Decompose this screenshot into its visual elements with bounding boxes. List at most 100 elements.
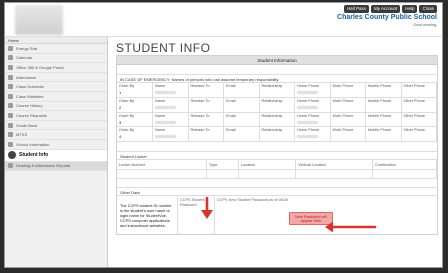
column-label: Relationship [261, 99, 283, 104]
sidebar-item-energy-stat[interactable]: Energy Stat [5, 44, 107, 54]
table-cell: Mobile Phone [365, 112, 402, 128]
schedule-icon [8, 84, 13, 90]
school-name: Charles County Public School [337, 14, 437, 21]
table-header-row: Locker Number Type Location Vertical Loc… [117, 159, 437, 171]
table-row: Order By 4 Name Release To Email Relation… [117, 126, 437, 142]
table-cell: Work Phone [330, 112, 366, 128]
table-cell [295, 169, 374, 180]
sidebar-item-school-information[interactable]: School Information [5, 140, 107, 150]
sidebar-item-calendar[interactable]: Calendar [5, 54, 107, 64]
table-cell: Order By 1 [117, 83, 153, 99]
column-label: Name [155, 113, 166, 118]
page-title: STUDENT INFO [116, 41, 211, 55]
sidebar-item-label: Student Info [19, 152, 49, 159]
student-id-description: The CCPS student ID number is the studen… [120, 203, 172, 229]
sidebar-item-course-history[interactable]: Course History [5, 102, 107, 112]
sidebar-item-attendance[interactable]: Attendance [5, 73, 107, 83]
redacted-value [297, 135, 319, 139]
table-cell: Name [152, 126, 189, 142]
hall-pass-button[interactable]: Hall Pass [343, 5, 369, 13]
sidebar-item-label: Class Schedule [16, 84, 44, 90]
table-cell: Email [223, 97, 260, 113]
column-label: Relationship [261, 84, 283, 88]
new-password-column: CCPS New Student Password as of 08/26 Ne… [215, 196, 439, 234]
table-cell: Relationship [259, 126, 295, 142]
sidebar-item-class-schedule[interactable]: Class Schedule [5, 82, 107, 92]
column-label: Mobile Phone [368, 113, 392, 118]
top-header: Hall Pass My Account Help Close Charles … [5, 3, 442, 37]
table-cell: Relationship [259, 97, 295, 113]
my-account-button[interactable]: My Account [370, 5, 401, 13]
column-label: Other Phone [403, 128, 426, 133]
sidebar-item-mtss[interactable]: MTSS [5, 130, 107, 140]
table-cell: Mobile Phone [365, 83, 402, 99]
column-label: Home Phone [297, 99, 320, 104]
column-header: Locker Number [117, 159, 207, 171]
sidebar-item-label: Grade Book [16, 122, 38, 128]
column-header: Location [238, 159, 297, 171]
order-number: 4 [119, 134, 122, 140]
app-window: Hall Pass My Account Help Close Charles … [5, 3, 442, 267]
close-button[interactable]: Close [419, 5, 437, 13]
order-number: 2 [119, 105, 122, 111]
column-label: Email [226, 84, 236, 88]
cloud-icon [8, 64, 13, 70]
column-label: Other Phone [403, 84, 426, 88]
sidebar-item-student-info[interactable]: Student Info [5, 149, 107, 162]
table-cell: Other Phone [401, 112, 437, 128]
sidebar-item-label: Grading & Attendance Reports [16, 163, 71, 169]
sidebar-item-label: Class Websites [16, 93, 44, 99]
column-label: Name [155, 99, 166, 104]
student-locker-table: Locker Number Type Location Vertical Loc… [117, 159, 437, 180]
table-cell: Relationship [259, 83, 295, 99]
table-cell: Mobile Phone [365, 126, 402, 142]
column-label: Home Phone [297, 84, 320, 88]
other-data-title: Other Data [117, 188, 437, 197]
request-icon [8, 112, 13, 118]
main-content: STUDENT INFO Student Information IN CASE… [108, 37, 442, 267]
table-cell: Email [223, 83, 260, 99]
table-cell [206, 169, 239, 180]
redacted-value [297, 106, 319, 110]
table-cell: Home Phone [294, 126, 331, 142]
redacted-value [297, 120, 319, 124]
sidebar-item-label: Energy Stat [16, 45, 37, 51]
sidebar-item-office-portal[interactable]: Office 365 & Google Portal [5, 63, 107, 73]
column-label: Order By [119, 99, 135, 104]
help-button[interactable]: Help [402, 5, 418, 13]
column-label: Order By [119, 128, 135, 133]
column-label: Release To [190, 128, 210, 133]
table-row [117, 169, 437, 180]
student-password-column: CCPS Student Password [177, 196, 215, 235]
sidebar-item-grading-reports[interactable]: Grading & Attendance Reports [5, 161, 107, 172]
table-cell: Release To [188, 83, 224, 99]
column-label: Name [155, 84, 166, 88]
column-label: Release To [190, 99, 210, 104]
table-cell: Other Phone [401, 126, 437, 142]
redacted-value [155, 135, 177, 139]
table-cell: Name [152, 112, 189, 128]
column-label: Email [226, 113, 236, 118]
sidebar-item-course-requests[interactable]: Course Requests [5, 111, 107, 121]
table-cell: Release To [188, 112, 224, 128]
order-number: 3 [119, 119, 122, 125]
sidebar-item-class-websites[interactable]: Class Websites [5, 92, 107, 102]
chart-icon [8, 132, 13, 138]
column-label: Name [155, 128, 166, 133]
table-cell: Order By 3 [117, 112, 153, 128]
table-cell: Other Phone [401, 83, 437, 99]
sidebar-home-link[interactable]: Home [5, 37, 107, 44]
spacer-row [117, 142, 437, 152]
redacted-value [155, 106, 177, 110]
greeting-text: Good morning, [413, 23, 437, 27]
sidebar-item-grade-book[interactable]: Grade Book [5, 121, 107, 131]
table-cell [372, 169, 437, 180]
redacted-value [155, 91, 177, 94]
column-label: Order By [119, 84, 135, 88]
table-cell: Release To [188, 97, 224, 113]
column-label: Work Phone [332, 128, 354, 133]
column-label: Work Phone [332, 84, 354, 88]
bolt-icon [8, 45, 13, 51]
sidebar-item-label: School Information [16, 141, 50, 147]
panel-header: Student Information [117, 56, 437, 65]
